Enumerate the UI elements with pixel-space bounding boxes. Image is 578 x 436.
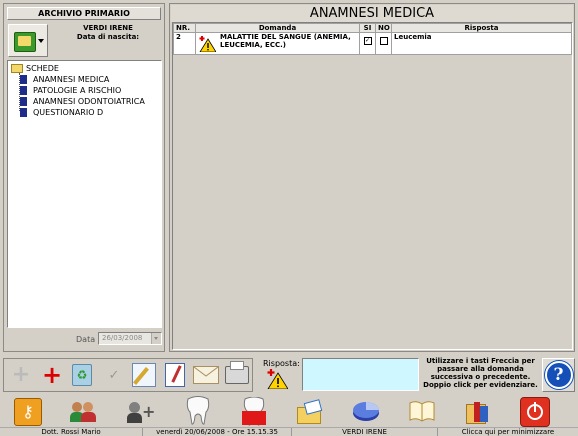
questions-table: NR. Domanda SI NO Risposta 2 MALATTIE DE… xyxy=(173,23,572,55)
confirm-button[interactable]: ✓ xyxy=(98,359,130,391)
patient-card-icon xyxy=(14,32,36,52)
warning-add-icon xyxy=(198,36,217,53)
patients-button[interactable] xyxy=(62,395,106,429)
row-risposta: Leucemia xyxy=(391,32,572,55)
tree-item-label: QUESTIONARIO D xyxy=(33,108,104,117)
patient-name: VERDI IRENE xyxy=(83,24,133,32)
add-patient-button[interactable]: + xyxy=(118,395,162,429)
add-user-icon: + xyxy=(126,400,155,424)
add-red-button[interactable]: + xyxy=(36,359,68,391)
row-domanda-cell: MALATTIE DEL SANGUE (ANEMIA, LEUCEMIA, E… xyxy=(195,32,360,55)
col-si: SI xyxy=(359,23,376,33)
power-icon xyxy=(520,397,550,427)
tooth-red-icon xyxy=(239,396,269,427)
col-nr: NR. xyxy=(173,23,196,33)
notepad-icon xyxy=(165,363,185,387)
key-button[interactable]: ⚷ xyxy=(6,395,50,429)
row-no-cell[interactable] xyxy=(375,32,392,55)
main-panel: ANAMNESI MEDICA NR. Domanda SI NO Rispos… xyxy=(169,3,575,352)
answer-label: Risposta: xyxy=(263,359,300,368)
col-no: NO xyxy=(375,23,392,33)
row-si-cell[interactable]: ✓ xyxy=(359,32,376,55)
tree-item-label: ANAMNESI ODONTOIATRICA xyxy=(33,97,145,106)
answer-hint: Utilizzare i tasti Freccia per passare a… xyxy=(423,357,538,389)
add-button[interactable]: + xyxy=(5,359,37,391)
answer-input[interactable] xyxy=(302,358,419,391)
notepad-button[interactable] xyxy=(159,359,191,391)
edit-pen-icon xyxy=(132,363,156,387)
table-row[interactable]: 2 MALATTIE DEL SANGUE (ANEMIA, LEUCEMIA,… xyxy=(173,32,572,55)
envelope-icon xyxy=(193,366,219,384)
recycle-button[interactable]: ♻ xyxy=(66,359,98,391)
add-red-icon: + xyxy=(41,361,63,389)
table-header-row: NR. Domanda SI NO Risposta xyxy=(173,23,572,33)
add-icon: + xyxy=(11,362,31,387)
folder-envelope-icon xyxy=(297,399,323,424)
exit-button[interactable] xyxy=(513,395,557,429)
stack-icon xyxy=(464,400,492,424)
edit-button[interactable] xyxy=(128,359,160,391)
recycle-icon: ♻ xyxy=(72,364,92,386)
dropdown-arrow-icon xyxy=(38,39,44,43)
left-panel: ARCHIVIO PRIMARIO VERDI IRENE Data di na… xyxy=(3,3,165,352)
tree-item-anamnesi-odontoiatrica[interactable]: ANAMNESI ODONTOIATRICA xyxy=(20,96,145,107)
questions-table-area: NR. Domanda SI NO Risposta 2 MALATTIE DE… xyxy=(172,22,573,350)
document-icon xyxy=(20,108,27,117)
document-icon xyxy=(20,86,27,95)
dropdown-arrow-icon[interactable] xyxy=(151,333,161,344)
tree-item-anamnesi-medica[interactable]: ANAMNESI MEDICA xyxy=(20,74,109,85)
tooth-button[interactable] xyxy=(176,395,220,429)
no-checkbox[interactable] xyxy=(379,37,388,45)
warning-add-icon xyxy=(266,369,289,390)
tree-item-patologie-a-rischio[interactable]: PATOLOGIE A RISCHIO xyxy=(20,85,121,96)
help-button[interactable]: ? xyxy=(542,358,575,392)
pie-chart-icon xyxy=(352,400,380,424)
tooth-icon xyxy=(185,396,211,428)
action-toolbar: + + ♻ ✓ xyxy=(3,358,253,392)
date-field[interactable]: 26/03/2008 xyxy=(98,332,162,345)
date-label: Data xyxy=(76,335,96,344)
row-domanda: MALATTIE DEL SANGUE (ANEMIA, LEUCEMIA, E… xyxy=(220,33,351,49)
row-nr: 2 xyxy=(173,32,196,55)
tree-root-label: SCHEDE xyxy=(26,64,59,73)
users-icon xyxy=(70,400,98,424)
col-domanda: Domanda xyxy=(195,23,360,33)
archive-button[interactable] xyxy=(456,395,500,429)
correspondence-button[interactable] xyxy=(288,395,332,429)
document-icon xyxy=(20,75,27,84)
page-title: ANAMNESI MEDICA xyxy=(171,5,573,22)
printer-icon xyxy=(225,361,249,384)
print-button[interactable] xyxy=(221,359,253,391)
statistics-button[interactable] xyxy=(344,395,388,429)
archive-header: ARCHIVIO PRIMARIO xyxy=(7,7,161,20)
book-icon xyxy=(408,400,436,424)
tree-item-label: PATOLOGIE A RISCHIO xyxy=(33,86,122,95)
tree-item-questionario-d[interactable]: QUESTIONARIO D xyxy=(20,107,103,118)
tree-item-label: ANAMNESI MEDICA xyxy=(33,75,110,84)
bottom-nav-bar: ⚷ + xyxy=(0,395,578,427)
folder-open-icon xyxy=(11,64,23,73)
key-icon: ⚷ xyxy=(14,398,42,426)
date-value: 26/03/2008 xyxy=(102,334,143,342)
col-risposta: Risposta xyxy=(391,23,572,33)
check-icon: ✓ xyxy=(108,367,120,383)
patient-menu-button[interactable] xyxy=(8,24,48,57)
help-icon: ? xyxy=(544,361,573,389)
schede-tree: SCHEDE ANAMNESI MEDICA PATOLOGIE A RISCH… xyxy=(7,60,162,328)
birth-date-label: Data di nascita: xyxy=(76,33,140,41)
email-button[interactable] xyxy=(190,359,222,391)
si-checkbox-checked[interactable]: ✓ xyxy=(363,37,372,45)
book-button[interactable] xyxy=(400,395,444,429)
tooth-chart-button[interactable] xyxy=(232,395,276,429)
status-bar: Dott. Rossi Mario venerdì 20/06/2008 - O… xyxy=(0,427,578,436)
document-icon xyxy=(20,97,27,106)
